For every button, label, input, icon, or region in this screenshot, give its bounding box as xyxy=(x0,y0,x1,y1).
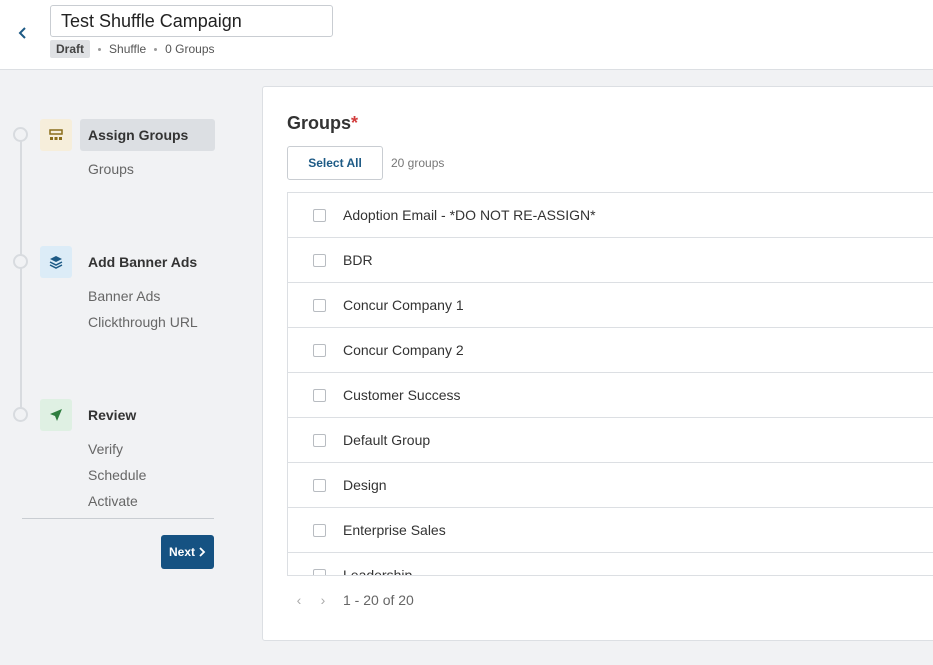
list-item[interactable]: Customer Success xyxy=(288,373,933,418)
checkbox[interactable] xyxy=(313,478,326,492)
list-item[interactable]: Concur Company 1 xyxy=(288,283,933,328)
group-name: Concur Company 2 xyxy=(343,342,464,358)
checkbox[interactable] xyxy=(313,208,326,222)
select-all-button[interactable]: Select All xyxy=(287,146,383,180)
separator-dot xyxy=(98,47,102,51)
chevron-right-icon xyxy=(199,547,206,557)
list-item[interactable]: Enterprise Sales xyxy=(288,508,933,553)
top-bar: Draft Shuffle 0 Groups xyxy=(0,0,933,70)
group-name: Enterprise Sales xyxy=(343,522,446,538)
chevron-left-icon[interactable]: ‹ xyxy=(287,592,311,608)
send-icon xyxy=(40,399,72,431)
groups-title-text: Groups xyxy=(287,113,352,133)
checkbox[interactable] xyxy=(313,523,326,537)
list-item[interactable]: Adoption Email - *DO NOT RE-ASSIGN* xyxy=(288,193,933,238)
list-item[interactable]: Default Group xyxy=(288,418,933,463)
group-count: 20 groups xyxy=(391,156,445,170)
substep-banner-ads[interactable]: Banner Ads xyxy=(88,288,160,304)
substep-clickthrough-url[interactable]: Clickthrough URL xyxy=(88,314,198,330)
status-badge: Draft xyxy=(50,40,91,58)
chevron-right-icon[interactable]: › xyxy=(311,592,335,608)
layers-icon xyxy=(40,246,72,278)
list-item[interactable]: Leadership xyxy=(288,553,933,576)
substep-verify[interactable]: Verify xyxy=(88,441,123,457)
group-name: Leadership xyxy=(343,567,413,576)
list-item[interactable]: Design xyxy=(288,463,933,508)
step-navigation: Assign Groups Groups Add Banner Ads Bann… xyxy=(0,70,240,665)
step-add-banner-ads[interactable]: Add Banner Ads xyxy=(80,246,205,278)
checkbox[interactable] xyxy=(313,388,326,402)
groups-count: 0 Groups xyxy=(165,42,215,56)
list-item[interactable]: Concur Company 2 xyxy=(288,328,933,373)
substep-activate[interactable]: Activate xyxy=(88,493,138,509)
substep-schedule[interactable]: Schedule xyxy=(88,467,146,483)
separator-dot xyxy=(154,47,158,51)
next-button[interactable]: Next xyxy=(161,535,214,569)
back-arrow-icon[interactable] xyxy=(14,24,32,42)
groups-title: Groups* xyxy=(287,113,358,134)
campaign-meta: Draft Shuffle 0 Groups xyxy=(50,40,215,58)
groups-list[interactable]: Adoption Email - *DO NOT RE-ASSIGN* BDR … xyxy=(287,192,933,576)
substep-groups[interactable]: Groups xyxy=(88,161,134,177)
checkbox[interactable] xyxy=(313,298,326,312)
group-name: Default Group xyxy=(343,432,431,448)
step-review[interactable]: Review xyxy=(80,399,144,431)
step-node xyxy=(13,254,28,269)
campaign-type: Shuffle xyxy=(109,42,147,56)
pagination-range: 1 - 20 of 20 xyxy=(343,592,414,608)
stepper-rail xyxy=(20,134,22,416)
campaign-name-input[interactable] xyxy=(50,5,333,37)
checkbox[interactable] xyxy=(313,433,326,447)
next-button-label: Next xyxy=(168,545,195,559)
group-name: Adoption Email - *DO NOT RE-ASSIGN* xyxy=(343,207,596,223)
step-node xyxy=(13,127,28,142)
pagination: ‹ › 1 - 20 of 20 xyxy=(287,592,414,608)
step-node xyxy=(13,407,28,422)
checkbox[interactable] xyxy=(313,568,326,575)
group-name: Customer Success xyxy=(343,387,461,403)
step-assign-groups[interactable]: Assign Groups xyxy=(80,119,215,151)
list-item[interactable]: BDR xyxy=(288,238,933,283)
group-name: Concur Company 1 xyxy=(343,297,464,313)
checkbox[interactable] xyxy=(313,253,326,267)
groups-panel: Groups* Select All 20 groups Adoption Em… xyxy=(262,86,933,641)
stepper-divider xyxy=(22,518,214,519)
groups-icon xyxy=(40,119,72,151)
group-name: Design xyxy=(343,477,387,493)
group-name: BDR xyxy=(343,252,373,268)
required-mark: * xyxy=(351,113,359,133)
checkbox[interactable] xyxy=(313,343,326,357)
